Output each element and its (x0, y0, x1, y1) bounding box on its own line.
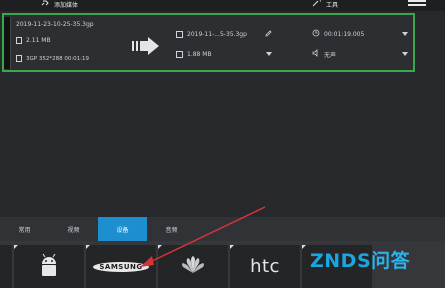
annotation-arrow (140, 206, 266, 267)
